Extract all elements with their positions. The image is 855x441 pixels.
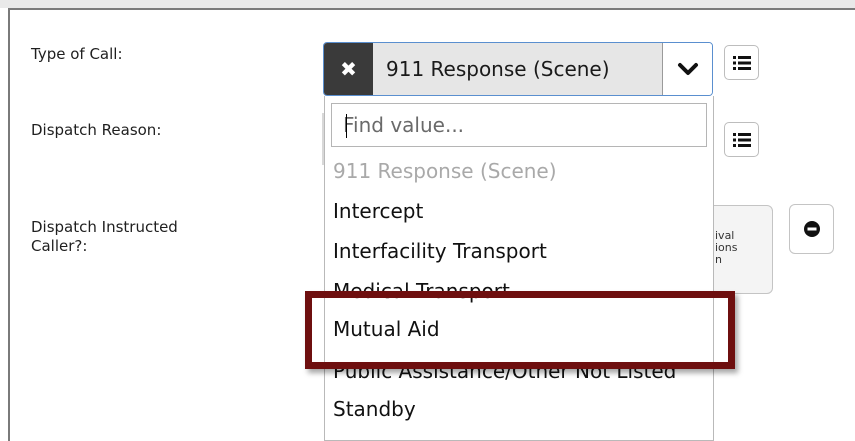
- search-box[interactable]: [331, 103, 707, 147]
- clear-selection-button[interactable]: ✖: [324, 43, 373, 95]
- frame-left-border: [8, 8, 10, 441]
- minus-circle-icon: [803, 221, 820, 237]
- dispatch-instructed-label-line1: Dispatch Instructed: [31, 218, 178, 236]
- option-intercept[interactable]: Intercept: [333, 199, 423, 223]
- dispatch-reason-list-button[interactable]: [724, 122, 759, 157]
- dropdown-toggle-button[interactable]: [663, 43, 712, 95]
- list-icon: [732, 55, 751, 70]
- find-value-input[interactable]: [332, 104, 706, 146]
- top-strip: [0, 0, 855, 8]
- type-of-call-dropdown: 911 Response (Scene) Intercept Interfaci…: [324, 96, 714, 441]
- chevron-down-icon: [678, 63, 698, 75]
- frame-top-border: [8, 8, 855, 10]
- type-of-call-list-button[interactable]: [724, 45, 759, 80]
- mutual-aid-highlight-box: [305, 291, 735, 369]
- option-interfacility-transport[interactable]: Interfacility Transport: [333, 239, 547, 263]
- selected-value: 911 Response (Scene): [386, 57, 610, 81]
- list-icon: [732, 132, 751, 147]
- times-icon: ✖: [340, 57, 357, 81]
- option-911-response-scene: 911 Response (Scene): [333, 159, 557, 183]
- text-cursor: [346, 114, 347, 138]
- remove-button[interactable]: [789, 204, 834, 254]
- dispatch-instructed-label: Dispatch Instructed Caller?:: [31, 218, 178, 256]
- type-of-call-label: Type of Call:: [31, 45, 123, 63]
- button-text-line: n: [715, 253, 722, 266]
- type-of-call-select[interactable]: ✖ 911 Response (Scene): [323, 42, 713, 96]
- dispatch-instructed-label-line2: Caller?:: [31, 237, 88, 255]
- option-standby[interactable]: Standby: [333, 397, 416, 421]
- dispatch-reason-label: Dispatch Reason:: [31, 121, 162, 139]
